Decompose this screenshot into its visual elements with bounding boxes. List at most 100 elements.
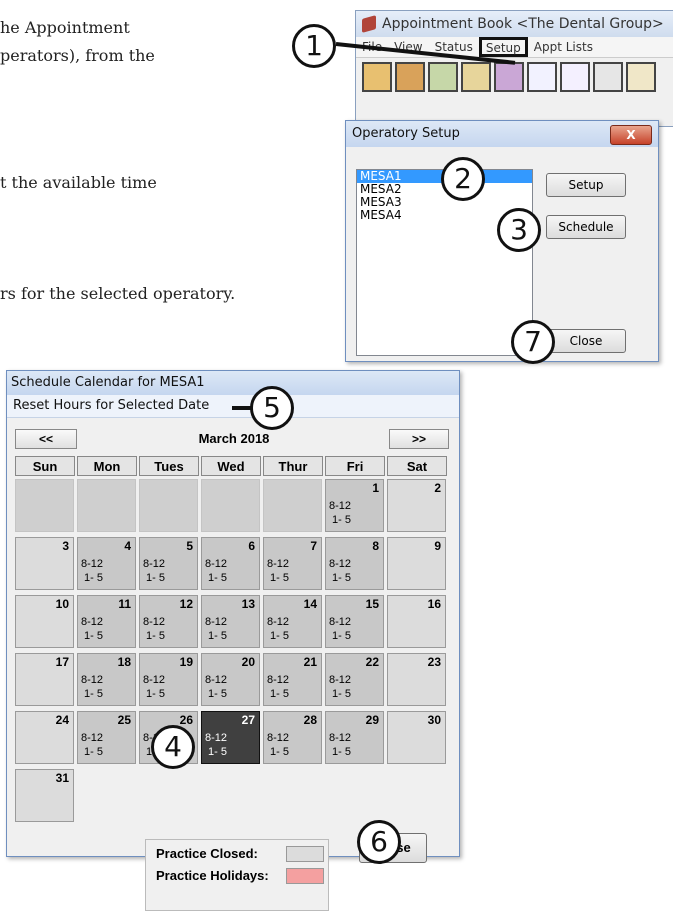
pen-toolbar-icon[interactable] (494, 62, 524, 92)
calendar-hours-afternoon: 1- 5 (208, 630, 227, 642)
calendar-hours-afternoon: 1- 5 (270, 688, 289, 700)
calendar-hours-afternoon: 1- 5 (332, 572, 351, 584)
clock-toolbar-icon[interactable] (593, 62, 623, 92)
calendar-day-9[interactable]: 9 (387, 537, 446, 590)
calendar-day-21[interactable]: 21 8-12 1- 5 (263, 653, 322, 706)
prev-month-button[interactable]: << (15, 429, 77, 449)
chair-toolbar-icon[interactable] (461, 62, 491, 92)
calendar-day-number: 31 (55, 771, 69, 785)
calendar-hours-afternoon: 1- 5 (208, 688, 227, 700)
calendar-day-30[interactable]: 30 (387, 711, 446, 764)
calendar-day-28[interactable]: 28 8-12 1- 5 (263, 711, 322, 764)
calendar-day-25[interactable]: 25 8-12 1- 5 (77, 711, 136, 764)
calendar-day-number: 17 (55, 655, 69, 669)
calendar-day-27[interactable]: 27 8-12 1- 5 (201, 711, 260, 764)
calendar-day-number: 6 (248, 539, 255, 553)
calendar-hours-morning: 8-12 (329, 500, 352, 512)
doc-text-line-3: t the available time (0, 173, 157, 192)
calendar-day-20[interactable]: 20 8-12 1- 5 (201, 653, 260, 706)
operatory-list[interactable]: MESA1 MESA2 MESA3 MESA4 (356, 169, 533, 356)
appointment-book-title: Appointment Book <The Dental Group> (382, 16, 664, 32)
tooth-toolbar-icon[interactable] (362, 62, 392, 92)
calendar-hours-morning: 8-12 (267, 732, 290, 744)
calendar-day-23[interactable]: 23 (387, 653, 446, 706)
notes-toolbar-icon[interactable] (428, 62, 458, 92)
calendar-hours-afternoon: 1- 5 (208, 572, 227, 584)
appointment-book-menu-bar: File View Status Setup Appt Lists (356, 37, 673, 58)
calendar-hours-morning: 8-12 (205, 616, 228, 628)
calendar-day-14[interactable]: 14 8-12 1- 5 (263, 595, 322, 648)
operatory-close-button[interactable]: Close (546, 329, 626, 353)
calendar-day-6[interactable]: 6 8-12 1- 5 (201, 537, 260, 590)
calendar-hours-morning: 8-12 (205, 558, 228, 570)
calendar-day-11[interactable]: 11 8-12 1- 5 (77, 595, 136, 648)
family-toolbar-icon[interactable] (395, 62, 425, 92)
calendar-day-number: 16 (427, 597, 441, 611)
calendar-day-17[interactable]: 17 (15, 653, 74, 706)
calendar-hours-morning: 8-12 (81, 732, 104, 744)
calendar-day-19[interactable]: 19 8-12 1- 5 (139, 653, 198, 706)
calendar-hours-morning: 8-12 (329, 732, 352, 744)
day-header-sat: Sat (387, 456, 447, 476)
calendar-day-number: 30 (427, 713, 441, 727)
calendar-hours-morning: 8-12 (329, 674, 352, 686)
calendar-day-4[interactable]: 4 8-12 1- 5 (77, 537, 136, 590)
calendar-hours-morning: 8-12 (81, 616, 104, 628)
calendar-day-number: 24 (55, 713, 69, 727)
calendar-day-number: 4 (124, 539, 131, 553)
day-header-tues: Tues (139, 456, 199, 476)
legend-holidays-swatch (286, 868, 324, 884)
calendar-day-1[interactable]: 1 8-12 1- 5 (325, 479, 384, 532)
calendar-hours-afternoon: 1- 5 (208, 746, 227, 758)
calendar-day-15[interactable]: 15 8-12 1- 5 (325, 595, 384, 648)
day-header-sun: Sun (15, 456, 75, 476)
calendar-day-18[interactable]: 18 8-12 1- 5 (77, 653, 136, 706)
calendar-day-number: 23 (427, 655, 441, 669)
day-header-mon: Mon (77, 456, 137, 476)
menu-appt-lists[interactable]: Appt Lists (528, 37, 599, 57)
menu-setup[interactable]: Setup (478, 37, 528, 57)
calendar-day-13[interactable]: 13 8-12 1- 5 (201, 595, 260, 648)
calendar-day-22[interactable]: 22 8-12 1- 5 (325, 653, 384, 706)
calendar-hours-morning: 8-12 (329, 558, 352, 570)
calendar-day-number: 26 (179, 713, 193, 727)
calendar-day-16[interactable]: 16 (387, 595, 446, 648)
close-icon[interactable]: X (610, 125, 652, 145)
calendar-hours-afternoon: 1- 5 (332, 630, 351, 642)
calendar-blank-cell (77, 479, 136, 532)
calendar-hours-morning: 8-12 (329, 616, 352, 628)
form-toolbar-icon[interactable] (560, 62, 590, 92)
calendar-hours-morning: 8-12 (267, 616, 290, 628)
calendar-day-12[interactable]: 12 8-12 1- 5 (139, 595, 198, 648)
calendar-hours-morning: 8-12 (143, 616, 166, 628)
misc-toolbar-icon[interactable] (626, 62, 656, 92)
calendar-hours-afternoon: 1- 5 (270, 572, 289, 584)
schedule-button[interactable]: Schedule (546, 215, 626, 239)
doc-text-line-1: he Appointment (0, 18, 130, 37)
calendar-day-number: 10 (55, 597, 69, 611)
calendar-day-10[interactable]: 10 (15, 595, 74, 648)
calendar-hours-afternoon: 1- 5 (146, 630, 165, 642)
calendar-day-8[interactable]: 8 8-12 1- 5 (325, 537, 384, 590)
calendar-day-7[interactable]: 7 8-12 1- 5 (263, 537, 322, 590)
calendar-day-number: 18 (117, 655, 131, 669)
calendar-day-5[interactable]: 5 8-12 1- 5 (139, 537, 198, 590)
next-month-button[interactable]: >> (389, 429, 449, 449)
callout-5: 5 (250, 386, 294, 430)
calendar-day-24[interactable]: 24 (15, 711, 74, 764)
doc-text-line-4: rs for the selected operatory. (0, 284, 236, 303)
appointment-book-title-bar: Appointment Book <The Dental Group> (356, 11, 673, 37)
operatory-setup-title-bar: Operatory Setup X (346, 121, 658, 147)
calendar-hours-afternoon: 1- 5 (84, 630, 103, 642)
calendar-day-number: 29 (365, 713, 379, 727)
schedule-calendar-title: Schedule Calendar for MESA1 (7, 371, 459, 395)
calendar-hours-afternoon: 1- 5 (146, 688, 165, 700)
calendar-day-31[interactable]: 31 (15, 769, 74, 822)
calendar-hours-morning: 8-12 (143, 558, 166, 570)
calendar-day-3[interactable]: 3 (15, 537, 74, 590)
calendar-day-29[interactable]: 29 8-12 1- 5 (325, 711, 384, 764)
calendar-day-2[interactable]: 2 (387, 479, 446, 532)
setup-button[interactable]: Setup (546, 173, 626, 197)
calendar-blank-cell (15, 479, 74, 532)
card-toolbar-icon[interactable] (527, 62, 557, 92)
